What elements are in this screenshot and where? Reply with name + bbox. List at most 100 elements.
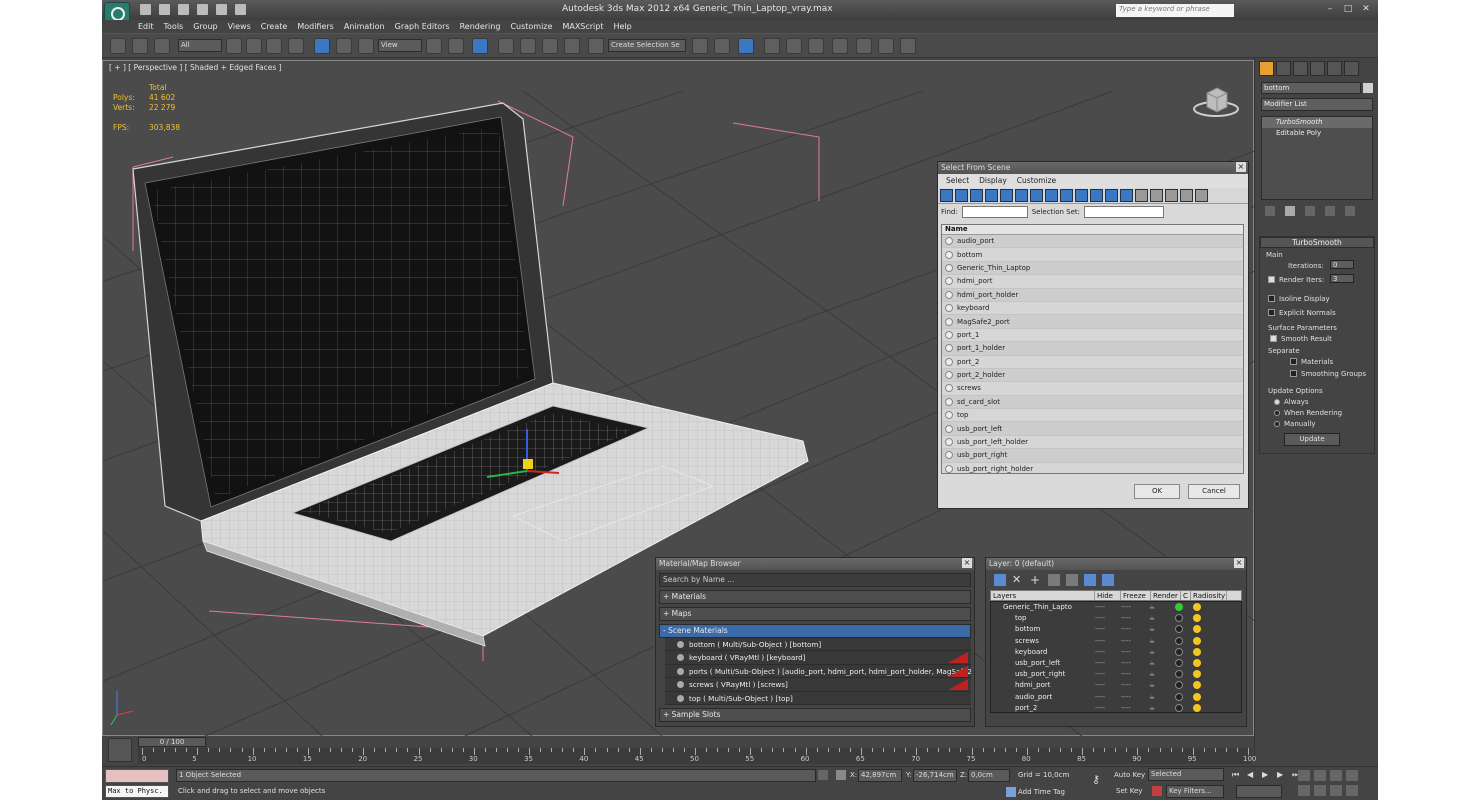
material-item[interactable]: screws ( VRayMtl ) [screws] <box>665 678 971 692</box>
layer-color-swatch[interactable] <box>1175 625 1183 634</box>
make-unique-icon[interactable] <box>1305 206 1315 216</box>
layer-freeze[interactable]: ---- <box>1113 602 1139 613</box>
layer-manager-icon[interactable] <box>738 38 754 54</box>
key-mode-dropdown[interactable]: Selected <box>1148 768 1224 781</box>
render-iters-checkbox[interactable]: Render Iters: <box>1268 276 1324 284</box>
radiosity-bulb-icon[interactable] <box>1193 647 1201 656</box>
explicit-normals-checkbox[interactable]: Explicit Normals <box>1268 309 1336 317</box>
layer-freeze[interactable]: ---- <box>1113 692 1139 703</box>
menu-views[interactable]: Views <box>228 20 251 33</box>
selection-filter-dropdown[interactable]: All <box>178 39 222 52</box>
track-bar[interactable]: 0 5 10 15 20 25 30 35 40 45 50 55 60 65 70 75 80 85 90 95 10… <box>138 748 1256 764</box>
field-of-view-icon[interactable] <box>1298 785 1310 796</box>
play-icon[interactable]: ▶ <box>1262 770 1272 780</box>
menu-edit[interactable]: Edit <box>138 20 154 33</box>
layer-row[interactable]: hdmi_port ---- ---- ☕ <box>991 680 1241 691</box>
layer-hide[interactable]: ---- <box>1087 680 1113 691</box>
radiosity-bulb-icon[interactable] <box>1193 658 1201 667</box>
list-item[interactable]: sd_card_slot <box>942 395 1243 410</box>
list-item[interactable]: port_2 <box>942 355 1243 369</box>
search-input[interactable]: Type a keyword or phrase <box>1116 4 1234 17</box>
hierarchy-tab-icon[interactable] <box>1293 61 1308 76</box>
menu-rendering[interactable]: Rendering <box>460 20 501 33</box>
layer-hide[interactable]: ---- <box>1087 602 1113 613</box>
update-button[interactable]: Update <box>1284 433 1340 446</box>
layer-hide[interactable]: ---- <box>1087 703 1113 712</box>
find-input[interactable] <box>961 206 1028 218</box>
sfs-menu-display[interactable]: Display <box>979 176 1007 186</box>
next-frame-icon[interactable]: ▶ <box>1277 770 1287 780</box>
object-color-swatch[interactable] <box>1363 83 1373 93</box>
layer-row[interactable]: usb_port_left ---- ---- ☕ <box>991 658 1241 669</box>
maxscript-listener-input[interactable] <box>105 769 169 783</box>
set-key-button[interactable]: Set Key <box>1116 787 1142 795</box>
materials-checkbox[interactable]: Materials <box>1290 358 1333 366</box>
filter-groups-icon[interactable] <box>1030 189 1043 202</box>
add-time-tag[interactable]: Add Time Tag <box>1018 788 1065 796</box>
menu-tools[interactable]: Tools <box>164 20 184 33</box>
project-folder-icon[interactable] <box>235 4 246 15</box>
key-icon[interactable]: ⚷ <box>1092 773 1100 786</box>
orbit-icon[interactable] <box>1330 785 1342 796</box>
highlight-layer-icon[interactable] <box>1066 574 1078 586</box>
material-item[interactable]: top ( Multi/Sub-Object ) [top] <box>665 691 971 705</box>
layer-row[interactable]: audio_port ---- ---- ☕ <box>991 692 1241 703</box>
motion-tab-icon[interactable] <box>1310 61 1325 76</box>
close-icon[interactable]: × <box>1236 162 1246 172</box>
radiosity-bulb-icon[interactable] <box>1193 625 1201 634</box>
edit-named-selection-icon[interactable] <box>588 38 604 54</box>
menu-help[interactable]: Help <box>614 20 632 33</box>
mini-curve-editor-icon[interactable] <box>108 738 132 762</box>
rectangular-selection-icon[interactable] <box>266 38 282 54</box>
layer-hide[interactable]: ---- <box>1087 613 1113 624</box>
show-end-result-icon[interactable] <box>1285 206 1295 216</box>
layer-color-swatch[interactable] <box>1175 647 1183 656</box>
sfs-menu-select[interactable]: Select <box>946 176 969 186</box>
modifier-list-dropdown[interactable]: Modifier List <box>1261 98 1373 111</box>
menu-animation[interactable]: Animation <box>344 20 385 33</box>
radiosity-bulb-icon[interactable] <box>1193 670 1201 679</box>
list-item[interactable]: Generic_Thin_Laptop <box>942 261 1243 276</box>
schematic-view-icon[interactable] <box>808 38 824 54</box>
select-none-icon[interactable] <box>1150 189 1163 202</box>
manually-radio[interactable]: Manually <box>1274 420 1316 428</box>
layer-row[interactable]: top ---- ---- ☕ <box>991 613 1241 624</box>
filter-frozen-icon[interactable] <box>1090 189 1103 202</box>
filter-containers-icon[interactable] <box>1075 189 1088 202</box>
list-item[interactable]: MagSafe2_port <box>942 315 1243 329</box>
layer-row[interactable]: bottom ---- ---- ☕ <box>991 624 1241 635</box>
mmb-group-sample-slots[interactable]: + Sample Slots <box>659 707 971 722</box>
maxscript-mini-listener[interactable]: Max to Physc. <box>105 785 169 798</box>
menu-group[interactable]: Group <box>193 20 217 33</box>
render-setup-icon[interactable] <box>856 38 872 54</box>
layer-color-swatch[interactable] <box>1175 614 1183 623</box>
radiosity-bulb-icon[interactable] <box>1193 681 1201 690</box>
pivot-center-icon[interactable] <box>426 38 442 54</box>
layer-freeze[interactable]: ---- <box>1113 669 1139 680</box>
radiosity-bulb-icon[interactable] <box>1193 636 1201 645</box>
iterations-spinner[interactable]: 0 <box>1330 260 1354 269</box>
radiosity-bulb-icon[interactable] <box>1193 614 1201 623</box>
maximize-icon[interactable]: □ <box>1342 3 1354 15</box>
select-invert-icon[interactable] <box>1165 189 1178 202</box>
list-item[interactable]: usb_port_right_holder <box>942 462 1243 473</box>
material-editor-icon[interactable] <box>832 38 848 54</box>
layer-freeze[interactable]: ---- <box>1113 680 1139 691</box>
object-name-field[interactable]: bottom <box>1261 82 1361 94</box>
sfs-column-name[interactable]: Name <box>942 225 1243 235</box>
select-by-name-icon[interactable] <box>246 38 262 54</box>
utilities-tab-icon[interactable] <box>1344 61 1359 76</box>
when-rendering-radio[interactable]: When Rendering <box>1274 409 1342 417</box>
close-icon[interactable]: ✕ <box>1360 3 1372 15</box>
new-file-icon[interactable] <box>140 4 151 15</box>
material-item[interactable]: ports ( Multi/Sub-Object ) [audio_port, … <box>665 664 971 679</box>
list-item[interactable]: top <box>942 409 1243 423</box>
smooth-result-checkbox[interactable]: Smooth Result <box>1270 335 1332 343</box>
menu-customize[interactable]: Customize <box>510 20 552 33</box>
radiosity-bulb-icon[interactable] <box>1193 703 1201 712</box>
teapot-icon[interactable]: ☕ <box>1139 669 1165 680</box>
bind-space-warp-icon[interactable] <box>154 38 170 54</box>
rollout-title[interactable]: TurboSmooth <box>1260 237 1374 248</box>
modify-tab-icon[interactable] <box>1276 61 1291 76</box>
add-to-layer-icon[interactable]: + <box>1030 574 1042 586</box>
